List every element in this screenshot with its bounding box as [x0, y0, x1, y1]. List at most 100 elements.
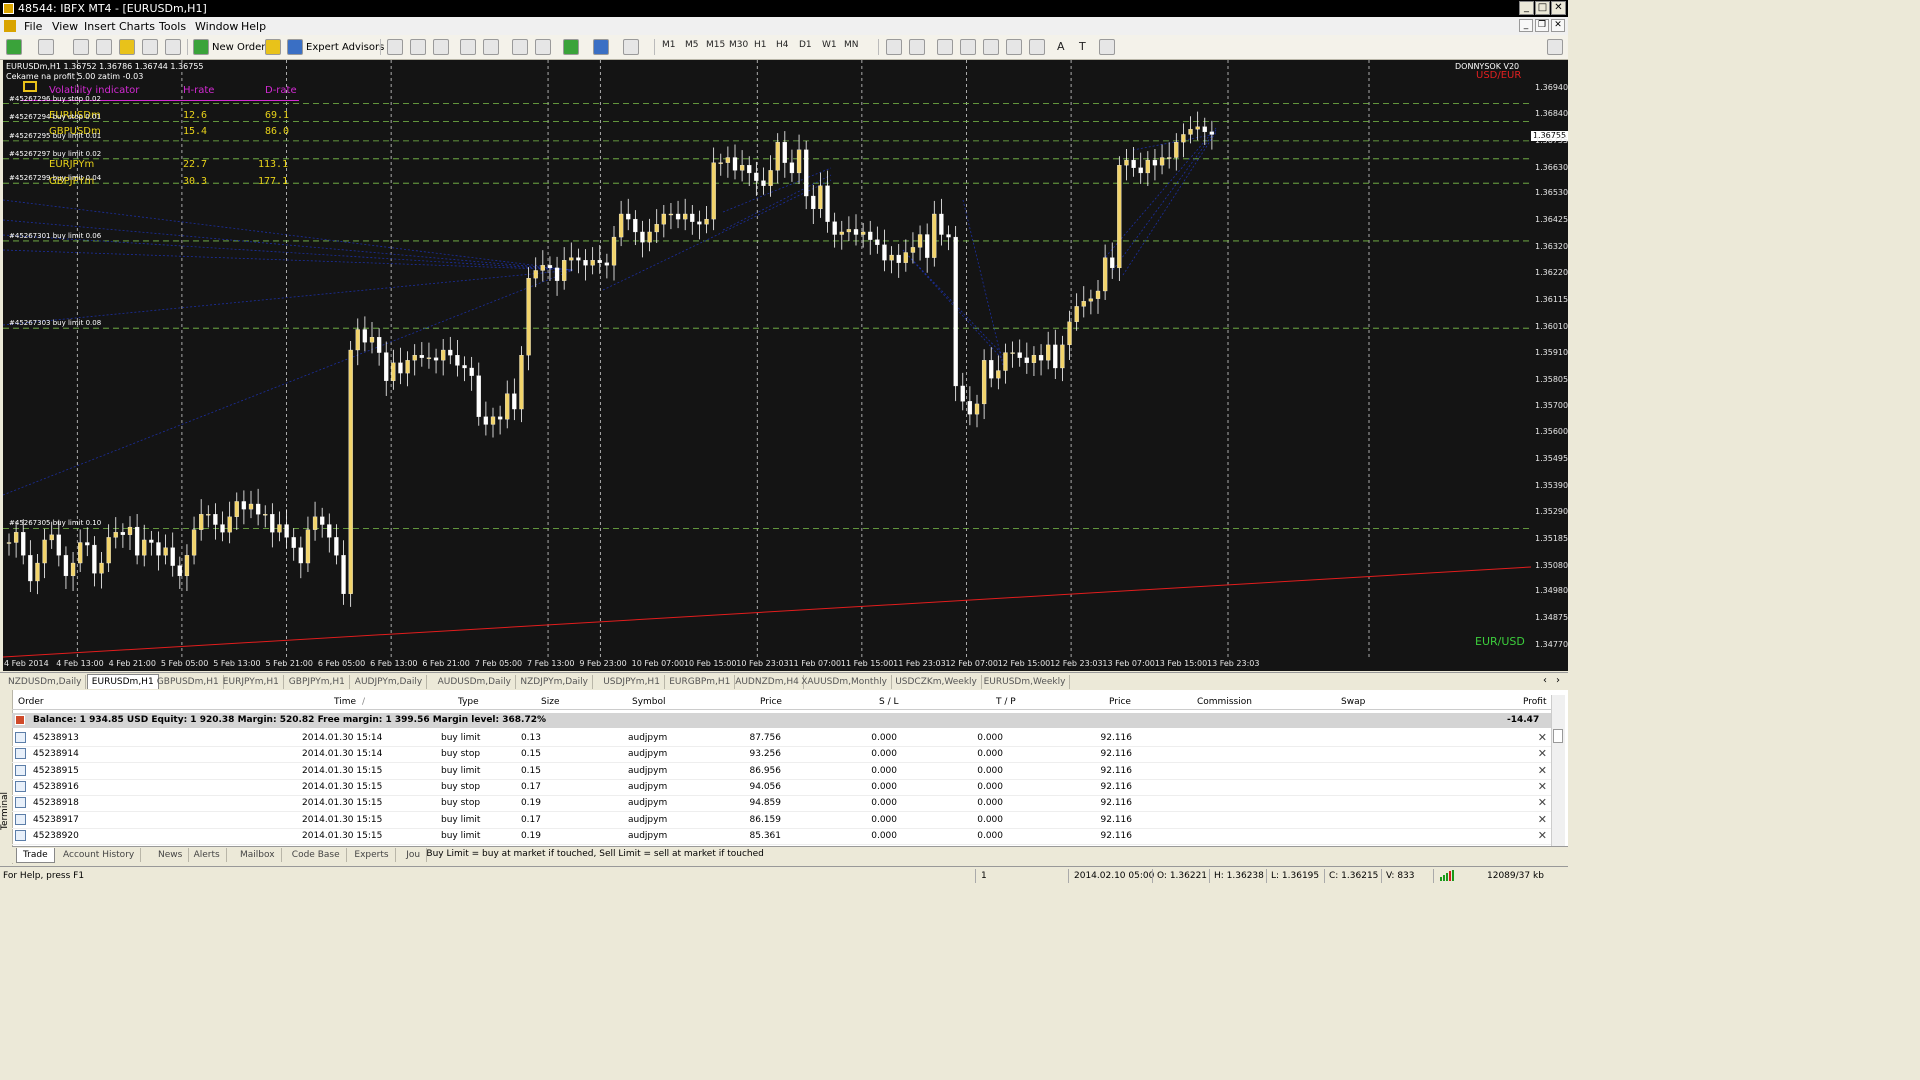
- candle[interactable]: [932, 200, 937, 267]
- candle[interactable]: [334, 524, 339, 565]
- col-market-price[interactable]: Price: [1109, 697, 1131, 707]
- minimize-button[interactable]: _: [1519, 1, 1534, 15]
- candle[interactable]: [903, 239, 908, 272]
- candle[interactable]: [227, 501, 232, 544]
- candle[interactable]: [754, 161, 759, 196]
- strategy-tester-icon[interactable]: [165, 39, 181, 55]
- menu-charts[interactable]: Charts: [119, 20, 155, 33]
- candle[interactable]: [341, 540, 346, 605]
- candle[interactable]: [199, 499, 204, 541]
- candle[interactable]: [398, 347, 403, 385]
- candle[interactable]: [732, 144, 738, 180]
- price-chart[interactable]: EURUSDm,H1 1.36752 1.36786 1.36744 1.367…: [3, 60, 1531, 671]
- candle[interactable]: [690, 205, 695, 235]
- candle[interactable]: [142, 524, 147, 567]
- candle[interactable]: [441, 338, 446, 376]
- candle[interactable]: [433, 348, 439, 374]
- candle[interactable]: [305, 516, 311, 573]
- candle[interactable]: [412, 344, 417, 376]
- table-row[interactable]: 45238920 2014.01.30 15:15 buy limit 0.19 aud…: [12, 828, 1557, 845]
- new-chart-icon[interactable]: [6, 39, 22, 55]
- candle[interactable]: [1124, 149, 1129, 181]
- candle[interactable]: [163, 534, 168, 565]
- zoom-in-icon[interactable]: [460, 39, 476, 55]
- candle[interactable]: [85, 527, 90, 557]
- timeframe-m15[interactable]: M15: [706, 40, 725, 50]
- candle[interactable]: [554, 256, 560, 296]
- data-window-icon[interactable]: [96, 39, 112, 55]
- indicators-icon[interactable]: [563, 39, 579, 55]
- terminal-icon[interactable]: [142, 39, 158, 55]
- candle[interactable]: [156, 531, 161, 571]
- candle[interactable]: [1138, 152, 1143, 184]
- candle[interactable]: [590, 247, 595, 275]
- metaeditor-icon[interactable]: [265, 39, 281, 55]
- menu-view[interactable]: View: [52, 20, 78, 33]
- candle[interactable]: [35, 554, 40, 595]
- templates-icon[interactable]: [623, 39, 639, 55]
- col-profit[interactable]: Profit: [1523, 697, 1546, 707]
- terminal-tab[interactable]: News: [152, 848, 190, 862]
- candle[interactable]: [626, 198, 631, 231]
- candle[interactable]: [419, 342, 424, 367]
- candle[interactable]: [989, 347, 994, 388]
- candle[interactable]: [818, 172, 823, 218]
- arrows-icon[interactable]: [1099, 39, 1115, 55]
- candle[interactable]: [206, 505, 211, 528]
- toolbar-options-icon[interactable]: [1547, 39, 1563, 55]
- timeframe-m1[interactable]: M1: [662, 40, 676, 50]
- delete-order-icon[interactable]: ✕: [1538, 813, 1547, 826]
- candle[interactable]: [654, 209, 659, 243]
- terminal-tab[interactable]: Trade: [16, 848, 55, 863]
- timeframe-h1[interactable]: H1: [754, 40, 767, 50]
- candle[interactable]: [1102, 244, 1108, 300]
- text-label-tool[interactable]: T: [1079, 40, 1086, 53]
- candle[interactable]: [391, 349, 396, 390]
- text-tool[interactable]: A: [1057, 40, 1065, 53]
- candle[interactable]: [1053, 329, 1058, 380]
- table-row[interactable]: 45238915 2014.01.30 15:15 buy limit 0.15 aud…: [12, 763, 1557, 780]
- candle[interactable]: [1117, 156, 1122, 281]
- candle[interactable]: [939, 198, 944, 246]
- candle[interactable]: [562, 247, 567, 290]
- chart-tab[interactable]: NZDJPYm,Daily: [516, 675, 594, 689]
- candle[interactable]: [1167, 142, 1172, 169]
- candle[interactable]: [889, 246, 894, 274]
- timeframe-w1[interactable]: W1: [822, 40, 837, 50]
- periods-icon[interactable]: [593, 39, 609, 55]
- timeframe-d1[interactable]: D1: [799, 40, 812, 50]
- terminal-tab[interactable]: Jou: [400, 848, 428, 862]
- candle[interactable]: [426, 342, 432, 369]
- candlestick-chart[interactable]: [3, 60, 1531, 671]
- chart-window-icon[interactable]: [4, 20, 16, 32]
- candle[interactable]: [497, 405, 503, 435]
- chart-tab[interactable]: AUDUSDm,Daily: [434, 675, 516, 689]
- menu-help[interactable]: Help: [241, 20, 266, 33]
- col-time[interactable]: Time: [334, 697, 356, 707]
- candle[interactable]: [519, 346, 524, 423]
- candle[interactable]: [1031, 346, 1037, 376]
- col-size[interactable]: Size: [541, 697, 559, 707]
- status-profile[interactable]: 1: [981, 871, 987, 881]
- chart-tab[interactable]: EURGBPm,H1: [665, 675, 736, 689]
- market-watch-icon[interactable]: [73, 39, 89, 55]
- terminal-tab[interactable]: Alerts: [188, 848, 227, 862]
- timeframe-m30[interactable]: M30: [729, 40, 748, 50]
- candle[interactable]: [106, 524, 111, 573]
- candle[interactable]: [320, 507, 325, 538]
- tabs-scroll-left-icon[interactable]: ‹: [1543, 675, 1547, 686]
- candle[interactable]: [683, 198, 688, 231]
- timeframe-h4[interactable]: H4: [776, 40, 789, 50]
- candle[interactable]: [718, 153, 723, 176]
- table-row[interactable]: 45238918 2014.01.30 15:15 buy stop 0.19 audj…: [12, 795, 1557, 813]
- chart-shift-icon[interactable]: [535, 39, 551, 55]
- delete-order-icon[interactable]: ✕: [1538, 796, 1547, 809]
- candle[interactable]: [789, 149, 795, 182]
- navigator-icon[interactable]: [119, 39, 135, 55]
- candle[interactable]: [1038, 344, 1044, 376]
- profiles-icon[interactable]: [38, 39, 54, 55]
- candle[interactable]: [405, 351, 410, 387]
- table-row[interactable]: 45238913 2014.01.30 15:14 buy limit 0.13 aud…: [12, 730, 1557, 747]
- candle[interactable]: [974, 394, 980, 428]
- candle[interactable]: [846, 216, 852, 241]
